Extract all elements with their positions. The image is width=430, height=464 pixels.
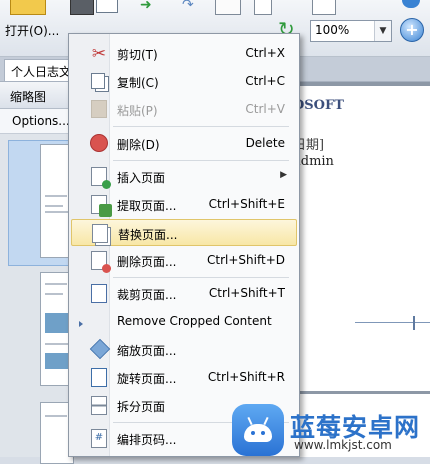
remove-cropped-icon xyxy=(79,321,83,327)
menu-shortcut: Ctrl+V xyxy=(245,102,285,116)
menu-item-crop-page[interactable]: 裁剪页面... Ctrl+Shift+T xyxy=(71,280,297,307)
plus-badge-icon xyxy=(102,180,111,189)
extract-badge-icon xyxy=(99,204,112,217)
chevron-right-icon: ▶ xyxy=(280,170,287,180)
android-logo-icon xyxy=(232,404,284,456)
menu-separator xyxy=(113,160,289,161)
menu-item-replace-page[interactable]: 替换页面... xyxy=(71,219,297,246)
page-number-icon: # xyxy=(91,429,107,448)
paste-icon xyxy=(91,100,107,118)
chevron-down-icon[interactable]: ▼ xyxy=(374,21,391,41)
thumbnail-list xyxy=(0,134,76,464)
menu-shortcut: Ctrl+Shift+T xyxy=(208,286,285,300)
menu-item-insert-page[interactable]: 插入页面 ▶ xyxy=(71,163,297,190)
menu-item-resize-page[interactable]: 缩放页面... xyxy=(71,336,297,363)
page-context-menu: ✂ 剪切(T) Ctrl+X 复制(C) Ctrl+C 粘贴(P) Ctrl+V… xyxy=(68,33,300,457)
delete-icon xyxy=(90,134,108,152)
tab-document[interactable]: 个人日志文 xyxy=(4,59,74,81)
menu-shortcut: Ctrl+C xyxy=(245,74,285,88)
minus-badge-icon xyxy=(102,264,111,273)
insert-page-icon xyxy=(91,167,111,189)
menu-shortcut: Ctrl+X xyxy=(245,46,285,60)
menu-item-label: 删除页面... xyxy=(117,255,177,269)
menu-item-remove-cropped[interactable]: Remove Cropped Content xyxy=(71,308,297,335)
thumbnail-image xyxy=(45,313,69,333)
rotate-page-icon xyxy=(91,368,107,387)
redo-icon[interactable]: ↷ xyxy=(182,0,200,12)
menu-item-label: 替换页面... xyxy=(118,228,178,242)
menu-item-label: 复制(C) xyxy=(117,76,159,90)
menu-item-label: 删除(D) xyxy=(117,138,160,152)
menu-item-label: 拆分页面 xyxy=(117,400,166,414)
menu-item-label: 缩放页面... xyxy=(117,344,177,358)
options-button[interactable]: Options... xyxy=(12,114,70,128)
document-company: DSOFT xyxy=(293,98,344,113)
open-menu-button[interactable]: 打开(O)... xyxy=(5,22,59,39)
select-tool-icon[interactable] xyxy=(254,0,272,15)
zoom-out-icon[interactable] xyxy=(402,0,420,8)
crop-page-icon xyxy=(91,284,107,303)
menu-item-label: 提取页面... xyxy=(117,199,177,213)
thumbnail-line xyxy=(45,343,69,345)
split-page-icon xyxy=(91,396,107,415)
menu-item-cut[interactable]: ✂ 剪切(T) Ctrl+X xyxy=(71,40,297,67)
logo-face xyxy=(244,424,272,442)
print-icon[interactable] xyxy=(70,0,94,15)
menu-item-label: 编排页码... xyxy=(117,433,177,447)
thumbnail-line xyxy=(45,211,69,213)
panel-title: 缩略图 xyxy=(10,90,47,104)
panel-header: 缩略图 xyxy=(0,82,74,109)
menu-item-label: 裁剪页面... xyxy=(117,288,177,302)
extract-page-icon xyxy=(91,195,112,217)
menu-separator xyxy=(113,277,289,278)
menu-item-delete-page[interactable]: 删除页面... Ctrl+Shift+D xyxy=(71,247,297,274)
menu-item-extract-page[interactable]: 提取页面... Ctrl+Shift+E xyxy=(71,191,297,218)
resize-page-icon xyxy=(89,338,111,360)
thumbnail-line xyxy=(45,283,67,285)
menu-item-delete[interactable]: 删除(D) Delete xyxy=(71,130,297,157)
copy-icon xyxy=(91,73,105,89)
zoom-in-icon[interactable]: + xyxy=(400,18,424,42)
hand-tool-icon[interactable] xyxy=(215,0,241,15)
menu-item-rotate-page[interactable]: 旋转页面... Ctrl+Shift+R xyxy=(71,364,297,391)
forward-icon[interactable]: ➜ xyxy=(140,0,158,12)
document-rule-mark xyxy=(413,316,415,330)
logo-eye xyxy=(251,431,255,435)
menu-shortcut: Ctrl+Shift+R xyxy=(207,370,285,384)
menu-item-label: Remove Cropped Content xyxy=(117,314,272,328)
thumbnail-line xyxy=(45,195,67,197)
logo-antenna xyxy=(263,416,269,426)
replace-page-icon xyxy=(92,224,108,243)
thumbnail-image xyxy=(45,353,69,369)
zoom-value: 100% xyxy=(315,23,350,37)
menu-item-paste[interactable]: 粘贴(P) Ctrl+V xyxy=(71,96,297,123)
menu-shortcut: Ctrl+Shift+E xyxy=(208,197,285,211)
thumbnail-line xyxy=(45,293,63,295)
options-row: Options... xyxy=(0,109,74,134)
site-watermark: 蓝莓安卓网 www.lmkjst.com xyxy=(232,400,430,457)
menu-item-label: 插入页面 xyxy=(117,171,166,185)
thumbnail-line xyxy=(45,415,67,417)
menu-shortcut: Delete xyxy=(245,136,285,150)
thumbnail-panel: 缩略图 Options... xyxy=(0,82,76,464)
zoom-select[interactable]: 100% ▼ xyxy=(310,20,392,42)
delete-page-icon xyxy=(91,251,111,273)
menu-item-label: 剪切(T) xyxy=(117,48,158,62)
watermark-url: www.lmkjst.com xyxy=(294,438,392,452)
fit-page-icon[interactable] xyxy=(312,0,336,15)
thumbnail-line xyxy=(45,205,63,207)
menu-item-label: 粘贴(P) xyxy=(117,104,158,118)
menu-separator xyxy=(113,126,289,127)
scissors-icon: ✂ xyxy=(91,44,107,64)
mail-icon[interactable] xyxy=(96,0,118,13)
menu-item-copy[interactable]: 复制(C) Ctrl+C xyxy=(71,68,297,95)
document-rule xyxy=(355,322,430,323)
menu-shortcut: Ctrl+Shift+D xyxy=(207,253,285,267)
open-folder-icon[interactable] xyxy=(10,0,46,15)
logo-eye xyxy=(261,431,265,435)
menu-item-label: 旋转页面... xyxy=(117,372,177,386)
